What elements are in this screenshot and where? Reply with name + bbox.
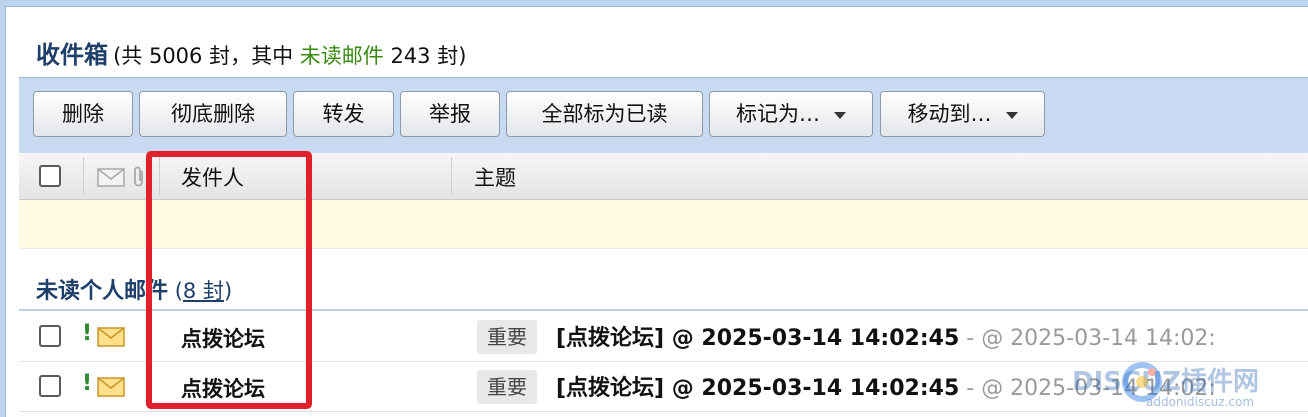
row-preview: - @ 2025-03-14 14:02: bbox=[959, 326, 1216, 351]
chevron-down-icon bbox=[834, 111, 846, 119]
select-all-checkbox[interactable] bbox=[39, 165, 61, 187]
folder-heading: 收件箱 (共 5006 封，其中 未读邮件 243 封) bbox=[36, 35, 466, 75]
unread-envelope-icon bbox=[97, 327, 125, 347]
row-subject[interactable]: [点拨论坛] @ 2025-03-14 14:02:45 - @ 2025-03… bbox=[556, 320, 1216, 352]
toolbar: 删除 彻底删除 转发 举报 全部标为已读 标记为… 移动到… bbox=[19, 77, 1308, 155]
sender-highlight-box bbox=[146, 151, 312, 409]
important-tag: 重要 bbox=[477, 370, 537, 404]
report-button[interactable]: 举报 bbox=[400, 91, 500, 137]
forward-button[interactable]: 转发 bbox=[293, 91, 394, 137]
delete-button[interactable]: 删除 bbox=[33, 91, 133, 137]
watermark-logo-icon bbox=[1122, 362, 1162, 402]
chevron-down-icon bbox=[1005, 111, 1018, 119]
important-flag-icon: ! bbox=[82, 371, 93, 396]
mark-as-dropdown[interactable]: 标记为… bbox=[709, 91, 873, 137]
folder-title: 收件箱 bbox=[36, 41, 108, 69]
column-divider bbox=[83, 157, 84, 195]
paperclip-icon[interactable] bbox=[132, 165, 146, 189]
envelope-icon[interactable] bbox=[97, 168, 125, 187]
folder-count: (共 5006 封，其中 未读邮件 243 封) bbox=[113, 44, 467, 68]
important-flag-icon: ! bbox=[82, 321, 93, 346]
permanent-delete-button[interactable]: 彻底删除 bbox=[139, 91, 287, 137]
important-tag: 重要 bbox=[477, 320, 537, 354]
column-divider bbox=[451, 157, 452, 195]
row-checkbox[interactable] bbox=[39, 325, 61, 347]
subject-column-header[interactable]: 主题 bbox=[474, 162, 516, 192]
mark-all-read-button[interactable]: 全部标为已读 bbox=[506, 91, 703, 137]
row-checkbox[interactable] bbox=[39, 375, 61, 397]
move-to-dropdown[interactable]: 移动到… bbox=[880, 91, 1045, 137]
unread-mail-link[interactable]: 未读邮件 bbox=[300, 44, 384, 68]
unread-envelope-icon bbox=[97, 377, 125, 397]
